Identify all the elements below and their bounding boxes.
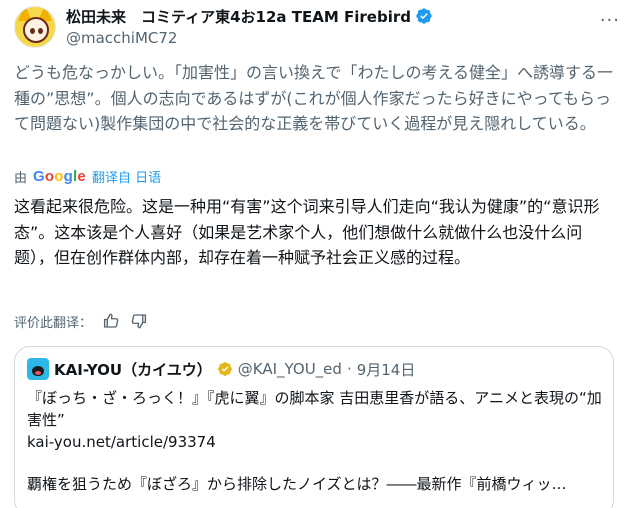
quoted-tweet-link[interactable]: kai-you.net/article/93374 xyxy=(27,431,603,453)
translation-feedback: 评价此翻译： xyxy=(14,310,148,332)
thumbs-down-icon[interactable] xyxy=(130,312,148,330)
author-handle[interactable]: @macchiMC72 xyxy=(66,29,433,47)
avatar-eye xyxy=(30,28,35,34)
more-options-icon[interactable]: ··· xyxy=(600,10,620,31)
quoted-tweet-header: KAI-YOU（カイユウ） @KAI_YOU_ed · 9月14日 xyxy=(27,358,416,380)
quoted-tweet-card[interactable]: KAI-YOU（カイユウ） @KAI_YOU_ed · 9月14日 『ぼっち・ざ… xyxy=(14,346,614,508)
original-tweet-text: どうも危なっかしい。「加害性」の言い換えで「わたしの考える健全」へ誘導する一種の… xyxy=(14,63,614,133)
avatar-eye xyxy=(38,28,43,34)
quoted-tweet-text: 『ぼっち・ざ・ろっく！』『虎に翼』の脚本家 吉田恵里香が語る、アニメと表現の“加… xyxy=(27,389,602,429)
feedback-label: 评价此翻译： xyxy=(14,315,93,331)
author-display-name[interactable]: 松田未来 コミティア東4お12a TEAM Firebird xyxy=(66,6,411,27)
avatar[interactable] xyxy=(14,6,56,48)
gold-verified-badge-icon xyxy=(217,362,232,376)
avatar-face xyxy=(23,17,49,43)
thumbs-up-icon[interactable] xyxy=(102,312,120,330)
translation-attribution: 由 Google 翻译自 日语 xyxy=(14,166,161,186)
quoted-display-name[interactable]: KAI-YOU（カイユウ） xyxy=(54,359,212,380)
translation-by-label: 由 xyxy=(14,170,28,186)
quoted-tweet-description: 覇権を狙うため『ぼざろ』から排除したノイズとは？――最新作『前橋ウィッ… xyxy=(27,475,567,493)
translated-tweet-text: 这看起来很危险。这是一种用“有害”这个词来引导人们走向“我认为健康”的“意识形态… xyxy=(14,197,600,267)
quoted-tweet-body: 『ぼっち・ざ・ろっく！』『虎に翼』の脚本家 吉田恵里香が語る、アニメと表現の“加… xyxy=(27,387,603,453)
quoted-avatar-tongue xyxy=(35,371,41,375)
verified-badge-icon xyxy=(416,8,432,24)
quoted-handle[interactable]: @KAI_YOU_ed xyxy=(238,360,342,378)
tweet-header: 松田未来 コミティア東4お12a TEAM Firebird @macchiMC… xyxy=(14,4,626,52)
quoted-separator: · xyxy=(346,360,352,378)
author-display-name-row[interactable]: 松田未来 コミティア東4お12a TEAM Firebird xyxy=(66,6,433,26)
author-names: 松田未来 コミティア東4お12a TEAM Firebird @macchiMC… xyxy=(66,6,433,47)
google-logo: Google xyxy=(33,167,86,185)
translated-from-link[interactable]: 翻译自 日语 xyxy=(92,167,161,186)
quoted-avatar[interactable] xyxy=(27,358,49,380)
quoted-date[interactable]: 9月14日 xyxy=(357,359,416,380)
